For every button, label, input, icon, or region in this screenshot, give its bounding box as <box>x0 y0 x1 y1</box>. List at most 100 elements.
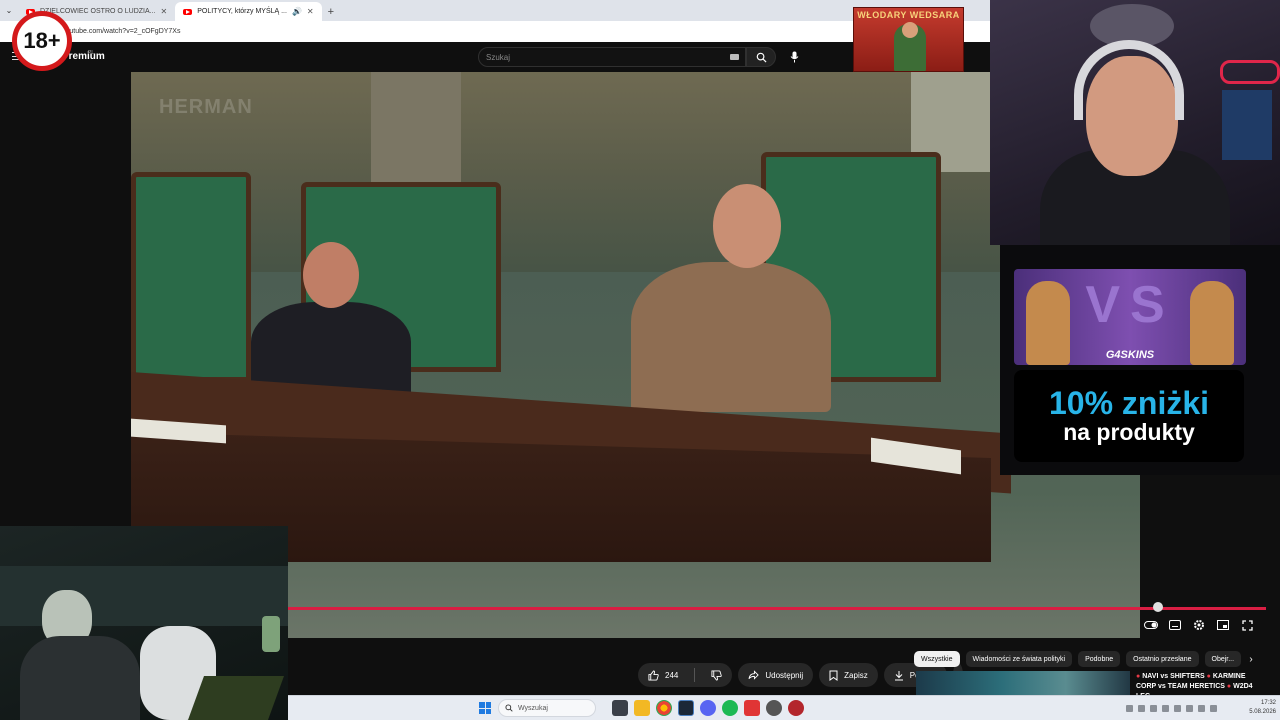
close-tab-icon[interactable]: ✕ <box>161 7 168 16</box>
share-label: Udostępnij <box>765 670 804 680</box>
browser-tab-2[interactable]: POLITYCY, którzy MYŚLĄ ... 🔊 ✕ <box>175 2 322 21</box>
tray-app-icon[interactable] <box>1138 704 1145 712</box>
sponsor-ad-banner: VS G4SKINS <box>1014 269 1246 365</box>
live-dot-icon: ● <box>1136 673 1141 680</box>
audio-icon[interactable]: 🔊 <box>292 7 302 16</box>
settings-gear-icon[interactable] <box>1192 618 1206 632</box>
promo-subtitle: na produkty <box>1063 419 1195 446</box>
webcam-guest-body <box>20 636 140 720</box>
live-dot-icon: ● <box>1206 673 1211 680</box>
toggle-icon <box>1144 621 1158 629</box>
spotify-icon[interactable] <box>722 700 738 716</box>
reco-title-part-3: CORP vs TEAM HERETICS <box>1136 683 1225 690</box>
ad-vs-text: VS <box>1085 276 1175 334</box>
tray-app-icon[interactable] <box>1162 704 1169 712</box>
tab-list-chevron-icon[interactable]: ⌄ <box>0 0 18 21</box>
like-count: 244 <box>665 670 679 680</box>
tray-app-icon[interactable] <box>1174 704 1181 712</box>
share-arrow-icon <box>748 670 760 680</box>
miniplayer-icon <box>1217 620 1229 630</box>
video-scene-pillar <box>371 72 461 192</box>
windows-start-icon[interactable] <box>479 702 491 714</box>
gear-icon <box>1194 620 1204 630</box>
chip-all[interactable]: Wszystkie <box>914 651 960 667</box>
windows-taskbar: Wyszukaj 17:32 5.08.2026 <box>288 695 1280 720</box>
taskbar-search-input[interactable]: Wyszukaj <box>498 699 596 717</box>
recommended-video-item[interactable]: ● NAVI vs SHIFTERS ● KARMINE CORP vs TEA… <box>916 671 1266 700</box>
miniplayer-icon[interactable] <box>1216 618 1230 632</box>
subtitles-icon[interactable] <box>1168 618 1182 632</box>
stream-banner: WŁODARY WEDSARA <box>853 7 964 72</box>
chip-politics-news[interactable]: Wiadomości ze świata polityki <box>965 651 1073 667</box>
taskbar-apps <box>612 699 804 717</box>
live-dot-icon: ● <box>1226 683 1232 690</box>
search-button[interactable] <box>746 47 776 67</box>
recommended-video-thumbnail[interactable] <box>916 671 1130 695</box>
webcam-neon-sign <box>1220 60 1280 84</box>
url-text[interactable]: youtube.com/watch?v=2_cOFgDY7Xs <box>62 28 180 35</box>
save-button[interactable]: Zapisz <box>819 663 878 687</box>
video-scene-head <box>713 184 781 268</box>
bookmark-icon <box>829 670 838 681</box>
video-progress-bar[interactable] <box>288 607 1266 610</box>
search-placeholder: Szukaj <box>486 52 511 62</box>
close-tab-icon[interactable]: ✕ <box>307 7 314 16</box>
banner-title: WŁODARY WEDSARA <box>857 10 960 20</box>
keyboard-icon <box>187 676 285 720</box>
dislike-button[interactable] <box>701 663 732 687</box>
steam-icon[interactable] <box>678 700 694 716</box>
divider <box>694 668 696 682</box>
sponsor-promo-box: 10% zniżki na produkty <box>1014 370 1244 462</box>
tray-chevron-icon[interactable] <box>1126 704 1133 712</box>
video-watermark: HERMAN <box>159 96 253 118</box>
address-bar[interactable]: youtube.com/watch?v=2_cOFgDY7Xs <box>0 21 990 42</box>
youtube-header: Premium PL Szukaj <box>0 42 990 72</box>
recommendation-filter-chips: Wszystkie Wiadomości ze świata polityki … <box>914 650 1266 668</box>
system-tray <box>1126 702 1217 714</box>
webcam-shelf <box>1222 90 1272 160</box>
discord-icon[interactable] <box>700 700 716 716</box>
media-app-icon[interactable] <box>744 700 760 716</box>
browser-tab-bar: ⌄ DZIELCOWIEC OSTRO O LUDZIA... ✕ POLITY… <box>0 0 990 21</box>
new-tab-plus-icon[interactable]: + <box>322 2 340 21</box>
thumbs-up-icon <box>648 669 659 681</box>
file-explorer-icon[interactable] <box>634 700 650 716</box>
screen: ⌄ DZIELCOWIEC OSTRO O LUDZIA... ✕ POLITY… <box>0 0 1280 720</box>
video-actions-row: 244 Udostępnij Zapisz Pobierz ⋯ <box>288 660 963 690</box>
download-icon <box>894 670 903 680</box>
ad-brand-name: G4SKINS <box>1105 349 1155 361</box>
chevron-right-icon[interactable]: › <box>1244 652 1258 666</box>
tray-app-icon[interactable] <box>1150 704 1157 712</box>
captions-icon <box>1169 620 1181 630</box>
chrome-icon[interactable] <box>656 700 672 716</box>
like-button[interactable]: 244 <box>638 663 688 687</box>
thumbs-down-icon <box>711 669 723 681</box>
volume-icon[interactable] <box>1198 704 1205 712</box>
taskbar-search-placeholder: Wyszukaj <box>518 704 548 712</box>
task-view-icon[interactable] <box>612 700 628 716</box>
voice-search-button[interactable] <box>782 47 806 67</box>
progress-scrubber-handle[interactable] <box>1153 602 1164 612</box>
browser-tab-title: DZIELCOWIEC OSTRO O LUDZIA... <box>40 8 156 15</box>
autoplay-toggle-icon[interactable] <box>1144 618 1158 632</box>
keyboard-icon[interactable] <box>730 54 739 60</box>
like-dislike-group: 244 <box>638 663 733 687</box>
network-icon[interactable] <box>1186 704 1193 712</box>
share-button[interactable]: Udostępnij <box>738 663 814 687</box>
save-label: Zapisz <box>844 670 868 680</box>
chip-watched[interactable]: Obejr... <box>1204 651 1242 667</box>
obs-icon[interactable] <box>766 700 782 716</box>
chip-similar[interactable]: Podobne <box>1078 651 1121 667</box>
battery-icon[interactable] <box>1210 704 1217 712</box>
webcam-guest <box>0 526 288 720</box>
reco-title-part-2: KARMINE <box>1212 673 1246 680</box>
youtube-favicon-icon <box>183 8 193 15</box>
app-icon[interactable] <box>788 700 804 716</box>
video-scene-head <box>303 242 359 308</box>
chip-recently-uploaded[interactable]: Ostatnio przesłane <box>1126 651 1199 667</box>
search-input[interactable]: Szukaj <box>478 47 746 67</box>
logo-region-code: PL <box>88 50 95 56</box>
fullscreen-icon[interactable] <box>1240 618 1254 632</box>
search-icon <box>756 52 767 63</box>
taskbar-clock[interactable]: 17:32 5.08.2026 <box>1236 699 1276 717</box>
